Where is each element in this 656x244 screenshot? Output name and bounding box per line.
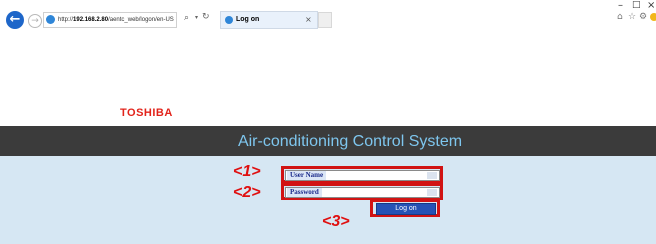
- search-icon[interactable]: ⌕: [184, 13, 189, 23]
- password-input[interactable]: [342, 188, 423, 197]
- refresh-icon[interactable]: ↻: [202, 12, 210, 22]
- toshiba-logo: TOSHIBA: [120, 107, 173, 119]
- ie-tab-icon: [225, 16, 233, 24]
- smiley-feedback-icon[interactable]: [650, 13, 656, 21]
- username-input[interactable]: [342, 171, 423, 180]
- log-on-button[interactable]: Log on: [376, 203, 436, 215]
- address-url: http://192.168.2.80/aentc_web/logon/en-U…: [58, 17, 174, 23]
- username-field[interactable]: User Name: [285, 170, 440, 181]
- close-window-icon[interactable]: ×: [647, 0, 655, 11]
- new-tab-button[interactable]: [318, 12, 332, 28]
- page-title: Air-conditioning Control System: [237, 133, 463, 150]
- home-icon[interactable]: ⌂: [617, 12, 623, 22]
- username-label: User Name: [287, 171, 327, 180]
- tab-title: Log on: [236, 16, 260, 23]
- back-arrow-icon[interactable]: ←: [6, 11, 24, 29]
- password-field[interactable]: Password: [285, 187, 440, 198]
- address-bar[interactable]: http://192.168.2.80/aentc_web/logon/en-U…: [43, 12, 177, 28]
- annotation-label-2: <2>: [233, 184, 261, 201]
- annotation-label-3: <3>: [322, 213, 350, 230]
- gear-icon[interactable]: ⚙: [639, 12, 647, 22]
- chevron-down-icon[interactable]: ▾: [195, 14, 198, 21]
- password-label: Password: [287, 188, 322, 197]
- tab-log-on[interactable]: Log on ×: [220, 11, 318, 29]
- maximize-icon[interactable]: □: [632, 0, 641, 10]
- ie-page-icon: [46, 15, 55, 24]
- minimize-icon[interactable]: –: [618, 0, 623, 11]
- password-field-end: [427, 189, 437, 196]
- favorites-star-icon[interactable]: ☆: [628, 12, 636, 22]
- close-tab-icon[interactable]: ×: [305, 14, 312, 26]
- page-header: Air-conditioning Control System: [0, 126, 656, 156]
- annotation-label-1: <1>: [233, 163, 261, 180]
- username-field-end: [427, 172, 437, 179]
- forward-arrow-icon[interactable]: →: [28, 14, 42, 28]
- browser-toolbar: ← → http://192.168.2.80/aentc_web/logon/…: [0, 0, 656, 40]
